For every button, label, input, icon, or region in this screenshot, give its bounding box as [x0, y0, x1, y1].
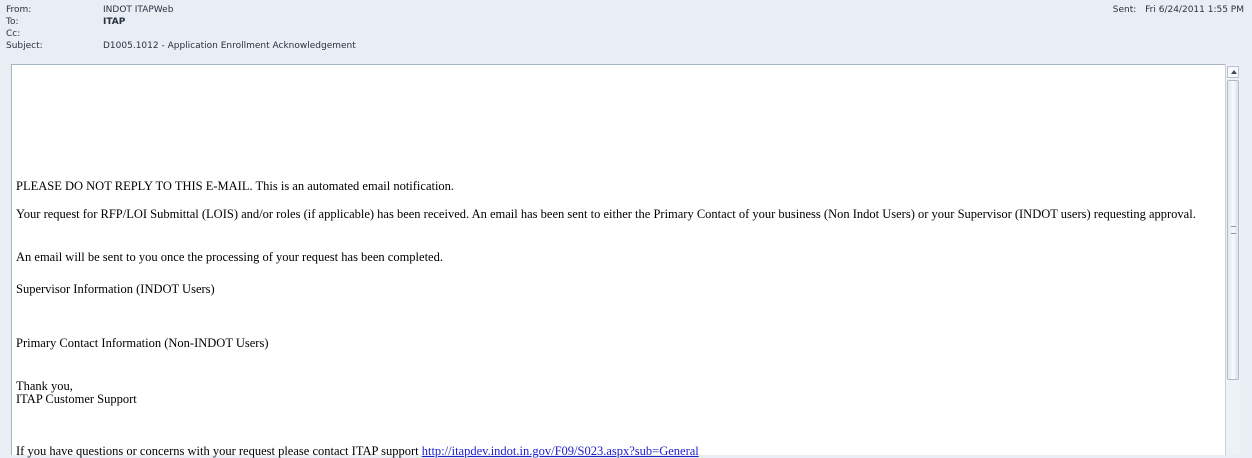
message-header: From: INDOT ITAPWeb To: ITAP Cc: Subject…	[0, 0, 1252, 64]
to-label: To:	[6, 17, 19, 27]
contact-text: If you have questions or concerns with y…	[16, 444, 419, 458]
cc-label: Cc:	[6, 29, 21, 39]
followup-text: An email will be sent to you once the pr…	[16, 250, 443, 264]
scroll-up-arrow-icon[interactable]	[1227, 66, 1239, 78]
request-paragraph: Your request for RFP/LOI Submittal (LOIS…	[16, 207, 1196, 221]
scroll-thumb[interactable]	[1227, 80, 1239, 380]
support-link[interactable]: http://itapdev.indot.in.gov/F09/S023.asp…	[422, 444, 699, 458]
to-value[interactable]: ITAP	[103, 16, 125, 28]
supervisor-heading: Supervisor Information (INDOT Users)	[16, 282, 215, 296]
contact-paragraph: If you have questions or concerns with y…	[16, 444, 699, 458]
from-label: From:	[6, 5, 32, 15]
closing-text: Thank you,	[16, 379, 73, 393]
sent-value: Fri 6/24/2011 1:55 PM	[1145, 5, 1244, 15]
sent-label: Sent:	[1112, 5, 1137, 15]
signature: ITAP Customer Support	[16, 392, 137, 406]
primary-contact-heading: Primary Contact Information (Non-INDOT U…	[16, 336, 269, 350]
vertical-scrollbar[interactable]	[1225, 64, 1240, 455]
scroll-grip-icon	[1231, 226, 1236, 234]
do-not-reply-notice: PLEASE DO NOT REPLY TO THIS E-MAIL. This…	[16, 179, 455, 193]
sent-info: Sent: Fri 6/24/2011 1:55 PM	[1113, 5, 1244, 15]
subject-value: D1005.1012 - Application Enrollment Ackn…	[103, 41, 356, 51]
from-value[interactable]: INDOT ITAPWeb	[103, 4, 173, 16]
subject-label: Subject:	[6, 41, 43, 51]
